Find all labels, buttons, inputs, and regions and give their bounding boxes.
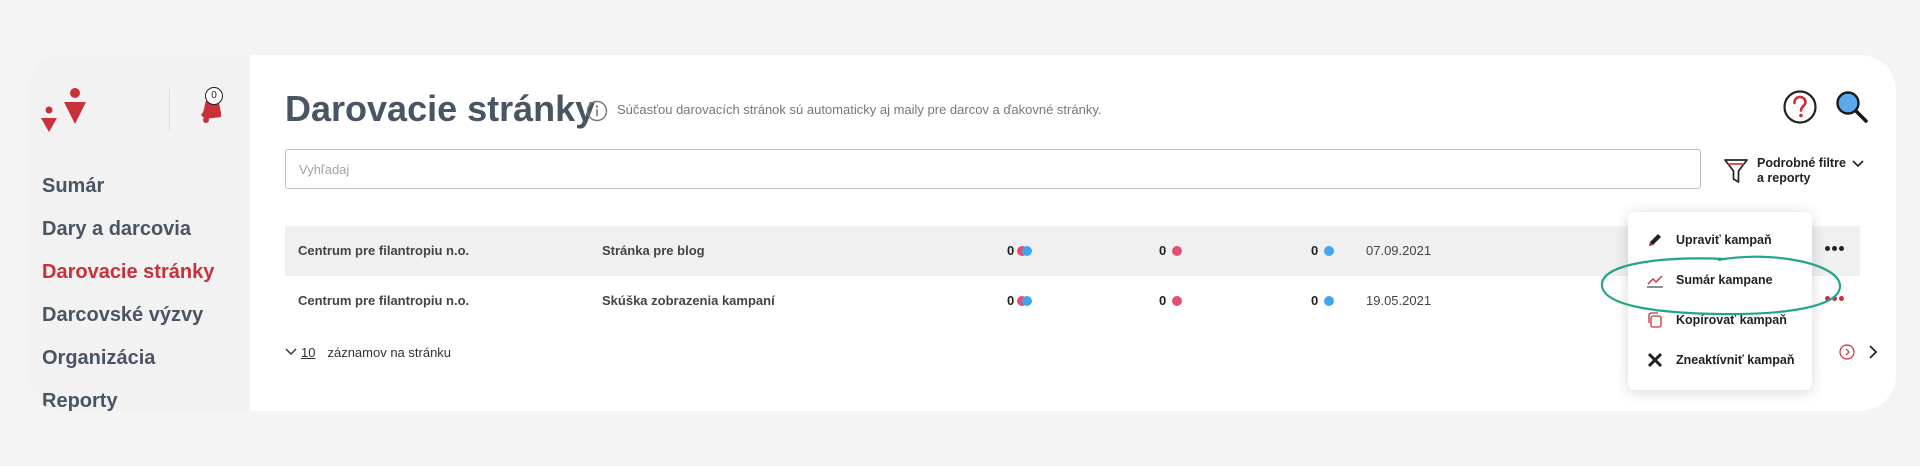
app-shell: 0 Sumár Dary a darcovia Darovacie stránk… [27,55,1896,411]
row-page-name[interactable]: Stránka pre blog [602,226,705,276]
search-input[interactable] [285,149,1701,189]
menu-item-label: Sumár kampane [1676,273,1773,287]
status-dots [1017,245,1033,256]
menu-item-copy-campaign[interactable]: Kopírovať kampaň [1646,308,1787,332]
sidebar: 0 Sumár Dary a darcovia Darovacie stránk… [27,55,250,411]
filters-label-line1: Podrobné filtre [1757,156,1846,170]
logo-divider [169,89,170,131]
close-icon [1647,352,1663,368]
row-count-1: 0 [1007,276,1033,326]
filter-icon [1724,159,1748,183]
page-subtitle: Súčasťou darovacích stránok sú automatic… [617,102,1102,117]
row-organization: Centrum pre filantropiu n.o. [298,293,470,308]
blue-dot [1324,295,1335,306]
blue-dot [1324,245,1335,256]
pencil-icon [1649,234,1661,246]
red-dot [1172,295,1183,306]
sidebar-item-organizacia[interactable]: Organizácia [42,337,214,380]
sidebar-nav: Sumár Dary a darcovia Darovacie stránky … [42,165,214,411]
pagination: 10 záznamov na stránku [285,342,451,362]
campaigns-table: Centrum pre filantropiu n.o. Stránka pre… [285,226,1860,326]
row-count-1: 0 [1007,226,1033,276]
row-count-3: 0 [1311,226,1335,276]
status-dots [1017,295,1033,306]
menu-item-edit-campaign[interactable]: Upraviť kampaň [1646,228,1772,252]
per-page-select[interactable]: 10 [301,345,315,360]
row-date: 19.05.2021 [1366,293,1432,308]
help-icon[interactable] [1782,89,1818,125]
page-title: Darovacie stránky [285,88,596,129]
copy-icon [1648,312,1662,328]
chart-line-icon [1647,275,1663,288]
prev-page-icon[interactable] [1839,344,1855,360]
row-count-2: 0 [1159,276,1183,326]
menu-item-label: Kopírovať kampaň [1676,313,1787,327]
sidebar-item-sumar[interactable]: Sumár [42,165,214,208]
more-options-icon[interactable] [1825,296,1847,302]
sidebar-item-reporty[interactable]: Reporty [42,380,214,411]
chevron-down-icon[interactable] [285,348,297,356]
sidebar-item-dary-a-darcovia[interactable]: Dary a darcovia [42,208,214,251]
sidebar-item-darcovske-vyzvy[interactable]: Darcovské výzvy [42,294,214,337]
row-count-2: 0 [1159,226,1183,276]
filters-label: Podrobné filtre a reporty [1757,156,1849,186]
info-icon[interactable] [586,100,608,122]
search-icon[interactable] [1834,89,1870,125]
per-page-label: záznamov na stránku [327,344,452,360]
red-dot [1172,245,1183,256]
filters-button[interactable]: Podrobné filtre a reporty [1723,153,1865,189]
filters-label-line2: a reporty [1757,171,1811,185]
table-row[interactable]: Centrum pre filantropiu n.o. Skúška zobr… [285,276,1860,326]
menu-item-deactivate-campaign[interactable]: Zneaktívniť kampaň [1646,348,1795,372]
chevron-down-icon [1852,160,1864,168]
logo [41,88,86,132]
row-count-3: 0 [1311,276,1335,326]
row-date: 07.09.2021 [1366,243,1432,258]
row-organization: Centrum pre filantropiu n.o. [298,243,470,258]
sidebar-item-darovacie-stranky[interactable]: Darovacie stránky [42,251,214,294]
menu-item-label: Zneaktívniť kampaň [1676,353,1795,367]
row-page-name[interactable]: Skúška zobrazenia kampaní [602,276,775,326]
next-page-icon[interactable] [1867,344,1879,360]
table-row[interactable]: Centrum pre filantropiu n.o. Stránka pre… [285,226,1860,276]
menu-item-campaign-summary[interactable]: Sumár kampane [1646,268,1773,292]
notification-badge: 0 [205,87,223,105]
menu-item-label: Upraviť kampaň [1676,233,1772,247]
more-options-icon[interactable] [1825,246,1847,252]
row-actions-menu: Upraviť kampaň Sumár kampane Kopírovať k… [1628,212,1812,390]
